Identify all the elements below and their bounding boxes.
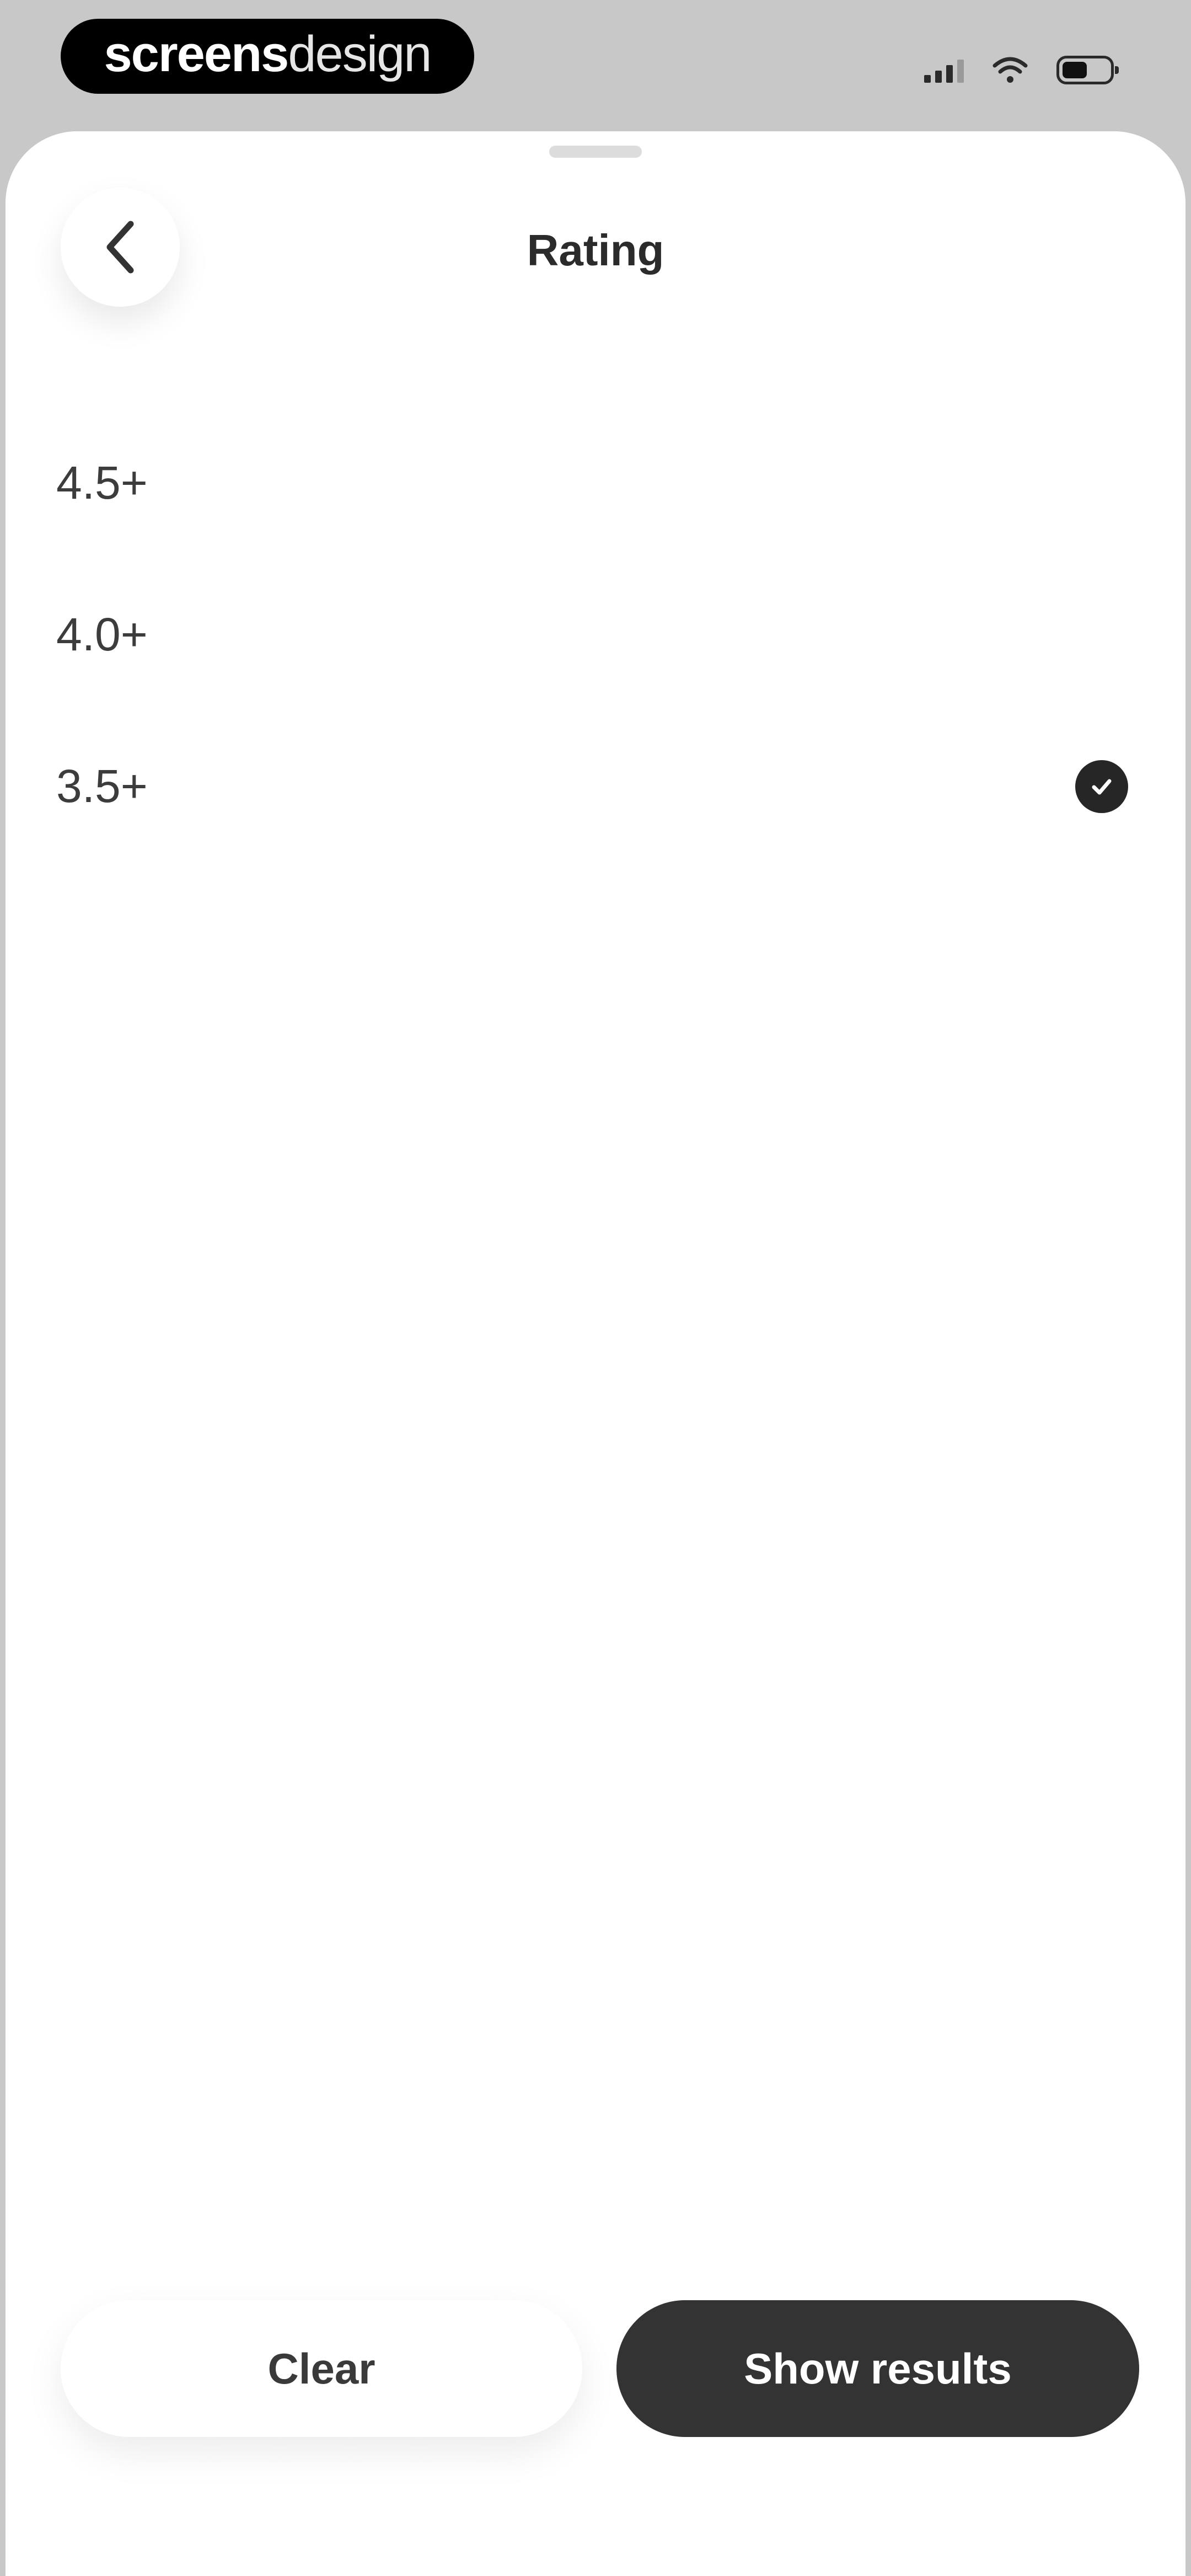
rating-option-4-0[interactable]: 4.0+ — [6, 559, 1185, 710]
sheet-grabber[interactable] — [549, 146, 642, 158]
rating-option-label: 3.5+ — [56, 760, 148, 812]
clear-button[interactable]: Clear — [61, 2300, 582, 2437]
rating-option-label: 4.0+ — [56, 608, 148, 660]
bottom-sheet: Rating 4.5+ 4.0+ 3.5+ Clear Show results — [6, 131, 1185, 2576]
rating-option-label: 4.5+ — [56, 457, 148, 509]
status-icons — [924, 51, 1119, 89]
battery-icon — [1056, 56, 1119, 84]
show-results-button[interactable]: Show results — [616, 2300, 1139, 2437]
footer-actions: Clear Show results — [6, 2300, 1185, 2437]
brand-logo-part1: screens — [104, 25, 289, 82]
page-title: Rating — [527, 226, 664, 275]
status-bar: screens design — [0, 0, 1191, 127]
rating-option-3-5[interactable]: 3.5+ — [6, 710, 1185, 862]
check-circle-icon — [1075, 760, 1128, 813]
cellular-signal-icon — [924, 57, 964, 83]
brand-logo-part2: design — [288, 25, 432, 82]
brand-logo: screens design — [61, 19, 474, 94]
rating-option-4-5[interactable]: 4.5+ — [6, 407, 1185, 559]
rating-options-list: 4.5+ 4.0+ 3.5+ — [6, 407, 1185, 862]
wifi-icon — [993, 57, 1028, 83]
